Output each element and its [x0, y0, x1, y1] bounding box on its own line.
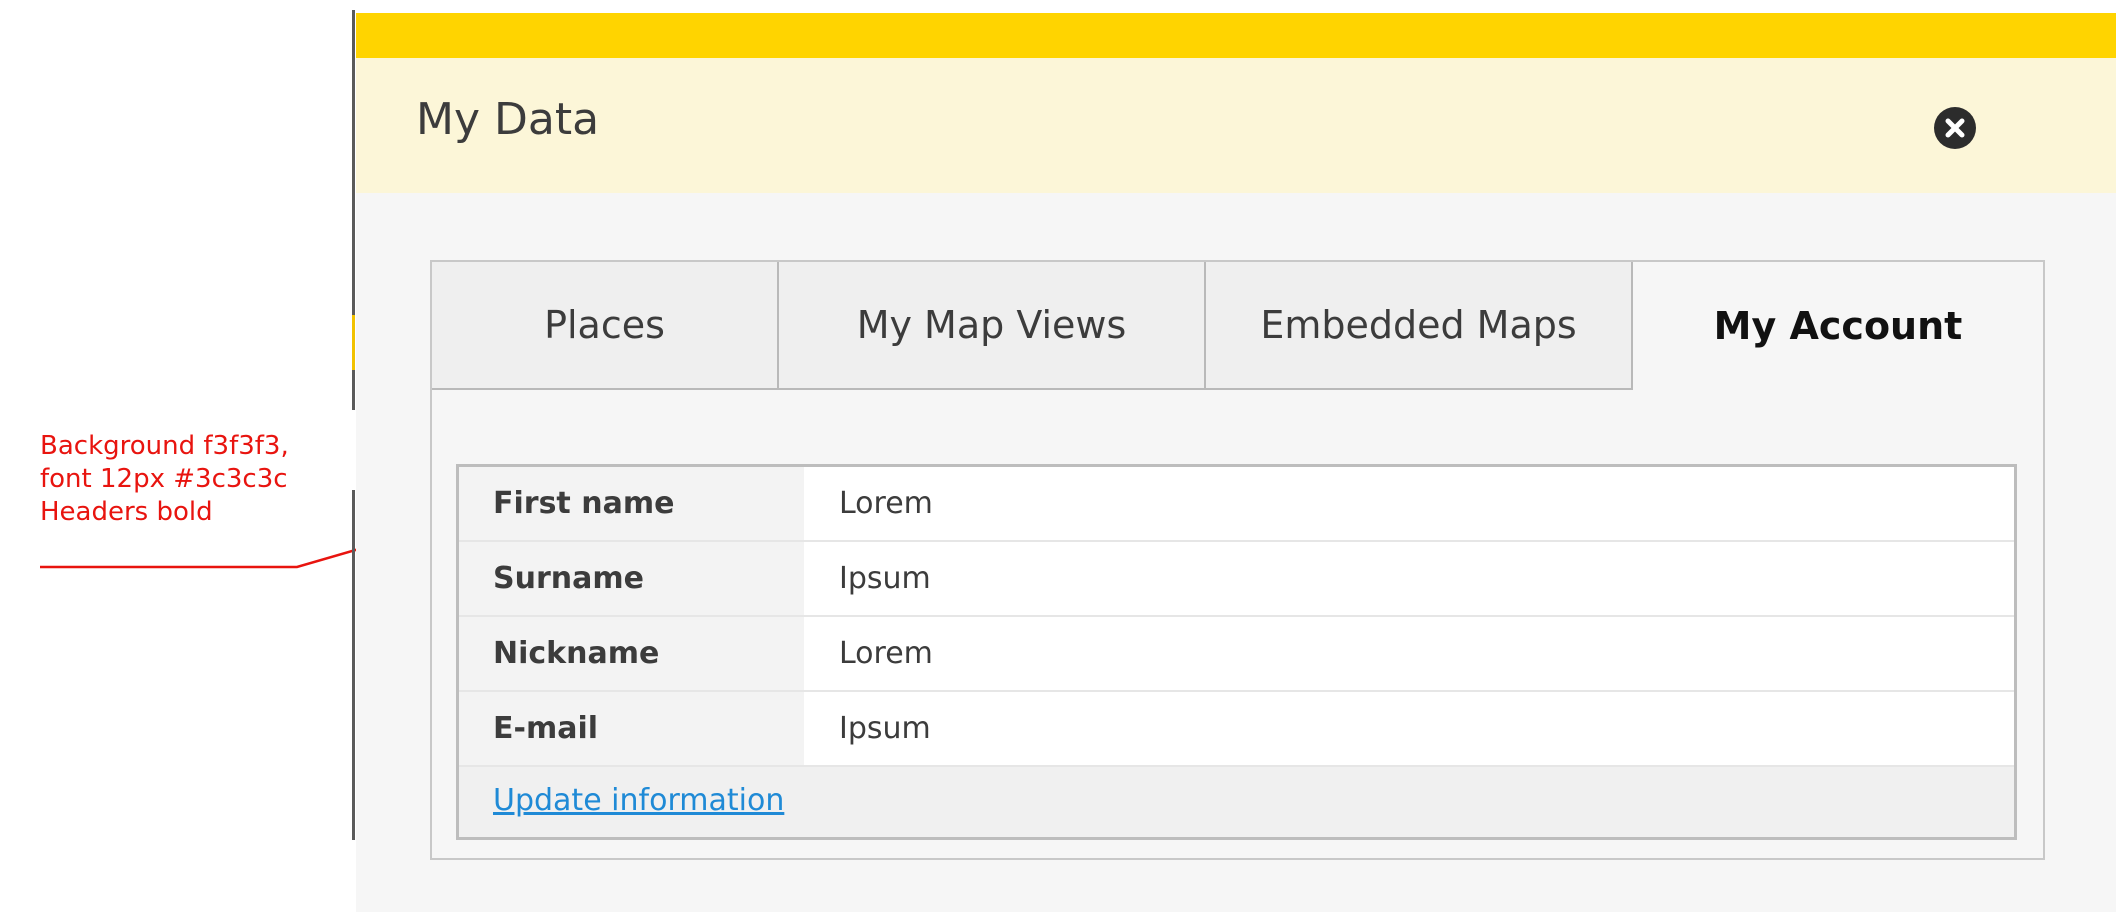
row-header-nickname: Nickname	[459, 617, 804, 690]
row-header-first-name: First name	[459, 467, 804, 540]
page-edge-rule	[352, 490, 355, 840]
row-header-email: E-mail	[459, 692, 804, 765]
page-edge-rule	[352, 10, 355, 315]
table-row: Surname Ipsum	[459, 542, 2014, 617]
dialog-header: My Data	[356, 58, 2116, 193]
row-value-surname: Ipsum	[804, 542, 2014, 615]
account-details-table: First name Lorem Surname Ipsum Nickname …	[456, 464, 2017, 840]
tab-bar: Places My Map Views Embedded Maps My Acc…	[432, 262, 2043, 390]
row-value-first-name: Lorem	[804, 467, 2014, 540]
table-row: Nickname Lorem	[459, 617, 2014, 692]
close-circle-icon	[1945, 118, 1965, 138]
tab-my-account[interactable]: My Account	[1633, 262, 2043, 390]
close-button[interactable]	[1934, 107, 1976, 149]
design-annotation: Background f3f3f3, font 12px #3c3c3c Hea…	[40, 430, 370, 529]
dialog-title: My Data	[416, 94, 600, 145]
screen: Background f3f3f3, font 12px #3c3c3c Hea…	[0, 0, 2116, 912]
table-row: First name Lorem	[459, 467, 2014, 542]
update-row: Update information	[459, 767, 2014, 837]
annotation-line: Background f3f3f3,	[40, 431, 289, 461]
row-value-email: Ipsum	[804, 692, 2014, 765]
tab-places[interactable]: Places	[432, 262, 779, 390]
page-edge-accent	[352, 315, 355, 370]
row-header-surname: Surname	[459, 542, 804, 615]
tab-panel: Places My Map Views Embedded Maps My Acc…	[430, 260, 2045, 860]
dialog-accent-bar	[356, 13, 2116, 58]
tab-embedded-maps[interactable]: Embedded Maps	[1206, 262, 1633, 390]
table-row: E-mail Ipsum	[459, 692, 2014, 767]
update-information-link[interactable]: Update information	[493, 781, 784, 821]
my-data-dialog: My Data Places My Map Views Embedded Map…	[356, 13, 2116, 912]
page-edge-rule	[352, 370, 355, 410]
row-value-nickname: Lorem	[804, 617, 2014, 690]
annotation-line: Headers bold	[40, 497, 213, 527]
tab-my-map-views[interactable]: My Map Views	[779, 262, 1206, 390]
annotation-line: font 12px #3c3c3c	[40, 464, 288, 494]
